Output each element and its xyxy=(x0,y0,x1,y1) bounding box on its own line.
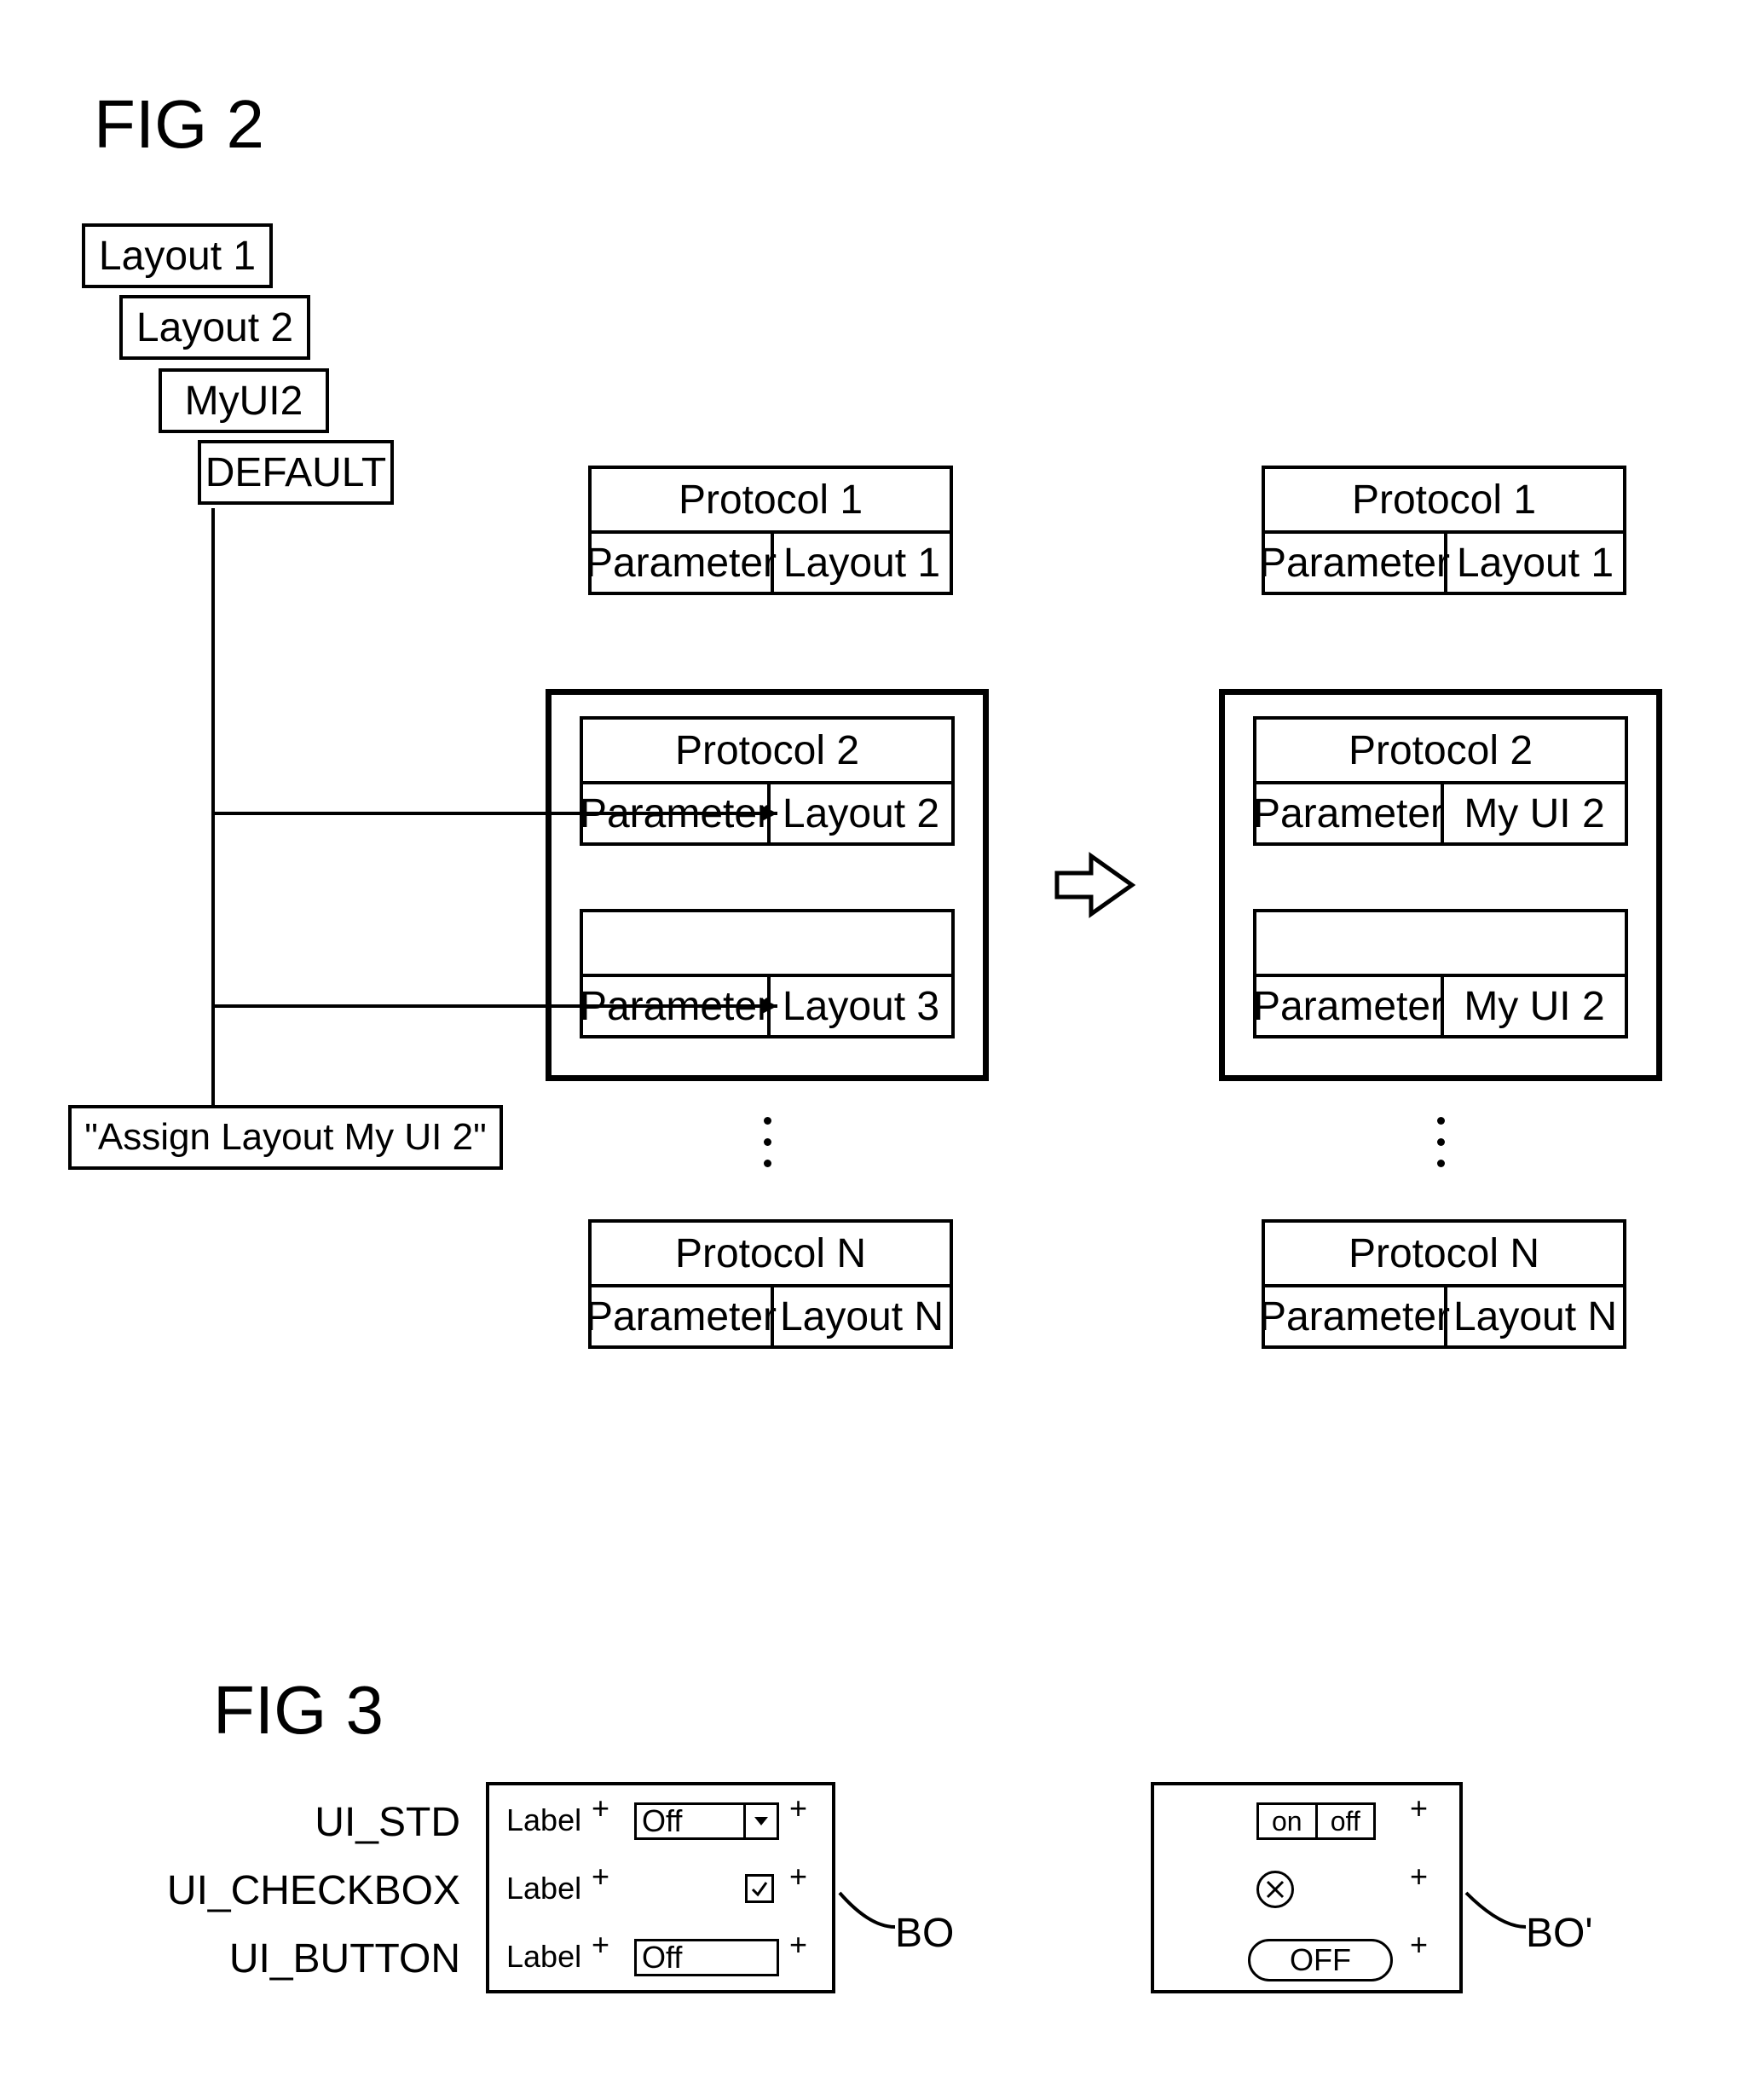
page: FIG 2 Layout 1 Layout 2 MyUI2 DEFAULT "A… xyxy=(0,0,1750,2100)
button-value: Off xyxy=(642,1940,682,1976)
figure-3-title: FIG 3 xyxy=(213,1671,384,1750)
button-box[interactable]: Off xyxy=(634,1939,779,1976)
protocol-1-left: Protocol 1 Parameter Layout 1 xyxy=(588,466,953,595)
fig3-left-panel: Label + Off + Label + + Label + Off + xyxy=(486,1782,835,1993)
protocol-2-left-title: Protocol 2 xyxy=(580,716,955,784)
vdots-left xyxy=(764,1117,771,1167)
plus-icon: + xyxy=(789,1790,807,1826)
protocol-N-left-layout: Layout N xyxy=(771,1287,953,1349)
figure-2-title: FIG 2 xyxy=(94,85,264,164)
protocol-2-right-group2: Parameter My UI 2 xyxy=(1253,909,1628,1038)
dropdown[interactable]: Off xyxy=(634,1802,779,1840)
protocol-2-left-blank-title xyxy=(580,909,955,977)
plus-icon: + xyxy=(789,1859,807,1895)
protocol-2-right-r1-param: Parameter xyxy=(1253,784,1441,846)
check-icon xyxy=(750,1879,769,1898)
protocol-2-right-r1-layout: My UI 2 xyxy=(1441,784,1628,846)
x-icon xyxy=(1265,1879,1285,1900)
protocol-1-right-title: Protocol 1 xyxy=(1262,466,1626,534)
ui-button-label: UI_BUTTON xyxy=(153,1935,460,1982)
fig3-left-row1-label: Label xyxy=(506,1802,581,1838)
protocol-2-right-blank-title xyxy=(1253,909,1628,977)
ui-checkbox-label: UI_CHECKBOX xyxy=(153,1867,460,1914)
protocol-2-left-r1-layout: Layout 2 xyxy=(767,784,955,846)
assign-layout-label: "Assign Layout My UI 2" xyxy=(68,1105,503,1170)
protocol-N-left-param: Parameter xyxy=(588,1287,771,1349)
protocol-2-right-group1: Protocol 2 Parameter My UI 2 xyxy=(1253,716,1628,846)
protocol-N-left: Protocol N Parameter Layout N xyxy=(588,1219,953,1349)
checkbox[interactable] xyxy=(745,1874,774,1903)
protocol-1-right-param: Parameter xyxy=(1262,534,1444,595)
radio-marked[interactable] xyxy=(1256,1871,1294,1908)
protocol-2-left-group1: Protocol 2 Parameter Layout 2 xyxy=(580,716,955,846)
layout-box-4: DEFAULT xyxy=(198,440,394,505)
dropdown-value: Off xyxy=(642,1803,682,1839)
plus-icon: + xyxy=(789,1927,807,1963)
protocol-N-left-title: Protocol N xyxy=(588,1219,953,1287)
plus-icon: + xyxy=(1410,1790,1428,1826)
protocol-1-right-layout: Layout 1 xyxy=(1444,534,1626,595)
on-off-toggle[interactable]: on off xyxy=(1256,1802,1376,1840)
protocol-N-right-layout: Layout N xyxy=(1444,1287,1626,1349)
protocol-N-right-param: Parameter xyxy=(1262,1287,1444,1349)
bo-callout-left: BO xyxy=(895,1910,954,1957)
fig3-right-panel: on off + + OFF + xyxy=(1151,1782,1463,1993)
protocol-1-left-param: Parameter xyxy=(588,534,771,595)
protocol-N-right: Protocol N Parameter Layout N xyxy=(1262,1219,1626,1349)
bo-callout-right: BO' xyxy=(1526,1910,1593,1957)
plus-icon: + xyxy=(592,1927,609,1963)
protocol-N-right-title: Protocol N xyxy=(1262,1219,1626,1287)
protocol-2-right-title: Protocol 2 xyxy=(1253,716,1628,784)
vdots-right xyxy=(1437,1117,1445,1167)
protocol-2-right-r2-param: Parameter xyxy=(1253,977,1441,1038)
protocol-1-left-layout: Layout 1 xyxy=(771,534,953,595)
layout-box-2: Layout 2 xyxy=(119,295,310,360)
protocol-2-right-r2-layout: My UI 2 xyxy=(1441,977,1628,1038)
plus-icon: + xyxy=(1410,1859,1428,1895)
ui-std-label: UI_STD xyxy=(153,1799,460,1846)
fig3-left-row3-label: Label xyxy=(506,1939,581,1975)
plus-icon: + xyxy=(592,1790,609,1826)
protocol-2-left-r2-param: Parameter xyxy=(580,977,767,1038)
layout-box-1: Layout 1 xyxy=(82,223,273,288)
dropdown-arrow-icon xyxy=(743,1805,777,1837)
off-pill-button[interactable]: OFF xyxy=(1248,1939,1393,1981)
off-pill-label: OFF xyxy=(1290,1942,1351,1978)
protocol-1-left-title: Protocol 1 xyxy=(588,466,953,534)
protocol-2-left-r2-layout: Layout 3 xyxy=(767,977,955,1038)
plus-icon: + xyxy=(1410,1927,1428,1963)
protocol-2-left-group2: Parameter Layout 3 xyxy=(580,909,955,1038)
protocol-1-right: Protocol 1 Parameter Layout 1 xyxy=(1262,466,1626,595)
toggle-off: off xyxy=(1315,1802,1377,1840)
layout-box-3: MyUI2 xyxy=(159,368,329,433)
toggle-on: on xyxy=(1256,1802,1315,1840)
fig3-left-row2-label: Label xyxy=(506,1871,581,1906)
protocol-2-left-r1-param: Parameter xyxy=(580,784,767,846)
plus-icon: + xyxy=(592,1859,609,1895)
